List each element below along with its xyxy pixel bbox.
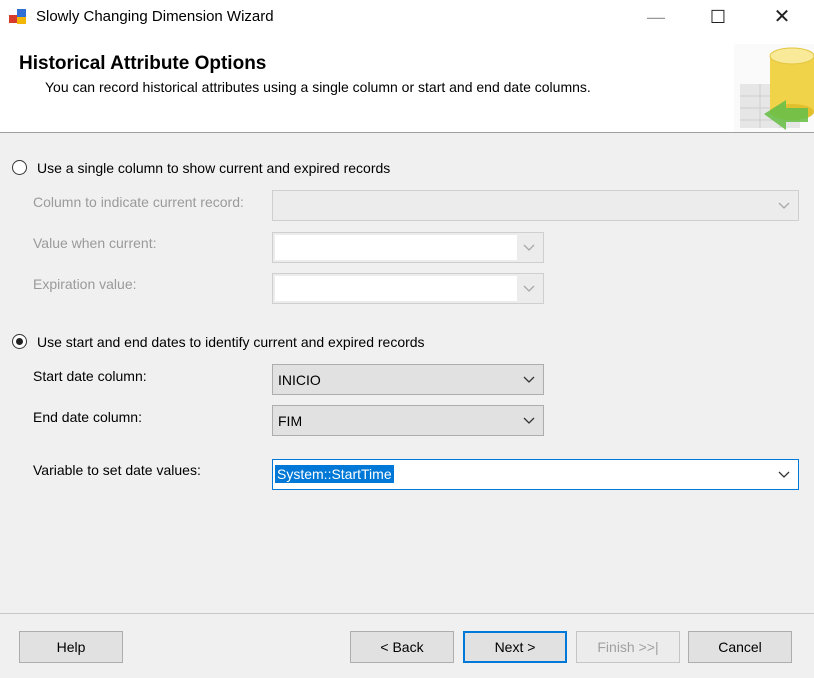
variable-combo[interactable]: System::StartTime: [272, 459, 799, 490]
current-record-label: Column to indicate current record:: [33, 194, 244, 210]
back-button[interactable]: < Back: [350, 631, 454, 663]
chevron-down-icon: [523, 244, 535, 251]
page-subtitle: You can record historical attributes usi…: [45, 79, 591, 95]
wizard-footer: Help < Back Next > Finish >>| Cancel: [0, 614, 814, 678]
chevron-down-icon: [523, 285, 535, 292]
chevron-down-icon: [523, 417, 535, 424]
title-bar: Slowly Changing Dimension Wizard — ☐ ✕: [0, 0, 814, 36]
wizard-header: Historical Attribute Options You can rec…: [0, 36, 814, 133]
help-button[interactable]: Help: [19, 631, 123, 663]
wizard-body: Use a single column to show current and …: [0, 133, 814, 613]
end-date-label: End date column:: [33, 409, 142, 425]
start-date-combo[interactable]: INICIO: [272, 364, 544, 395]
value-when-current-label: Value when current:: [33, 235, 157, 251]
window-title: Slowly Changing Dimension Wizard: [36, 8, 274, 25]
end-date-combo[interactable]: FIM: [272, 405, 544, 436]
page-title: Historical Attribute Options: [19, 53, 267, 74]
end-date-value: FIM: [278, 413, 303, 429]
current-record-combo[interactable]: [272, 190, 799, 221]
single-column-option-label[interactable]: Use a single column to show current and …: [37, 160, 390, 176]
variable-value[interactable]: System::StartTime: [275, 465, 394, 483]
date-columns-option-label[interactable]: Use start and end dates to identify curr…: [37, 334, 425, 350]
chevron-down-icon: [523, 376, 535, 383]
start-date-value: INICIO: [278, 372, 321, 388]
start-date-label: Start date column:: [33, 368, 147, 384]
expiration-value-label: Expiration value:: [33, 276, 137, 292]
chevron-down-icon: [778, 471, 790, 478]
expiration-value-combo[interactable]: [272, 273, 544, 304]
finish-button[interactable]: Finish >>|: [576, 631, 680, 663]
cancel-button[interactable]: Cancel: [688, 631, 792, 663]
date-columns-radio[interactable]: [12, 334, 27, 349]
chevron-down-icon: [778, 202, 790, 209]
wizard-app-icon: [9, 9, 26, 24]
next-button[interactable]: Next >: [463, 631, 567, 663]
maximize-button[interactable]: ☐: [694, 0, 742, 36]
value-when-current-combo[interactable]: [272, 232, 544, 263]
variable-label: Variable to set date values:: [33, 462, 201, 478]
single-column-radio[interactable]: [12, 160, 27, 175]
database-graphic-icon: [734, 44, 814, 132]
close-button[interactable]: ✕: [758, 0, 806, 36]
minimize-button[interactable]: —: [632, 0, 680, 36]
